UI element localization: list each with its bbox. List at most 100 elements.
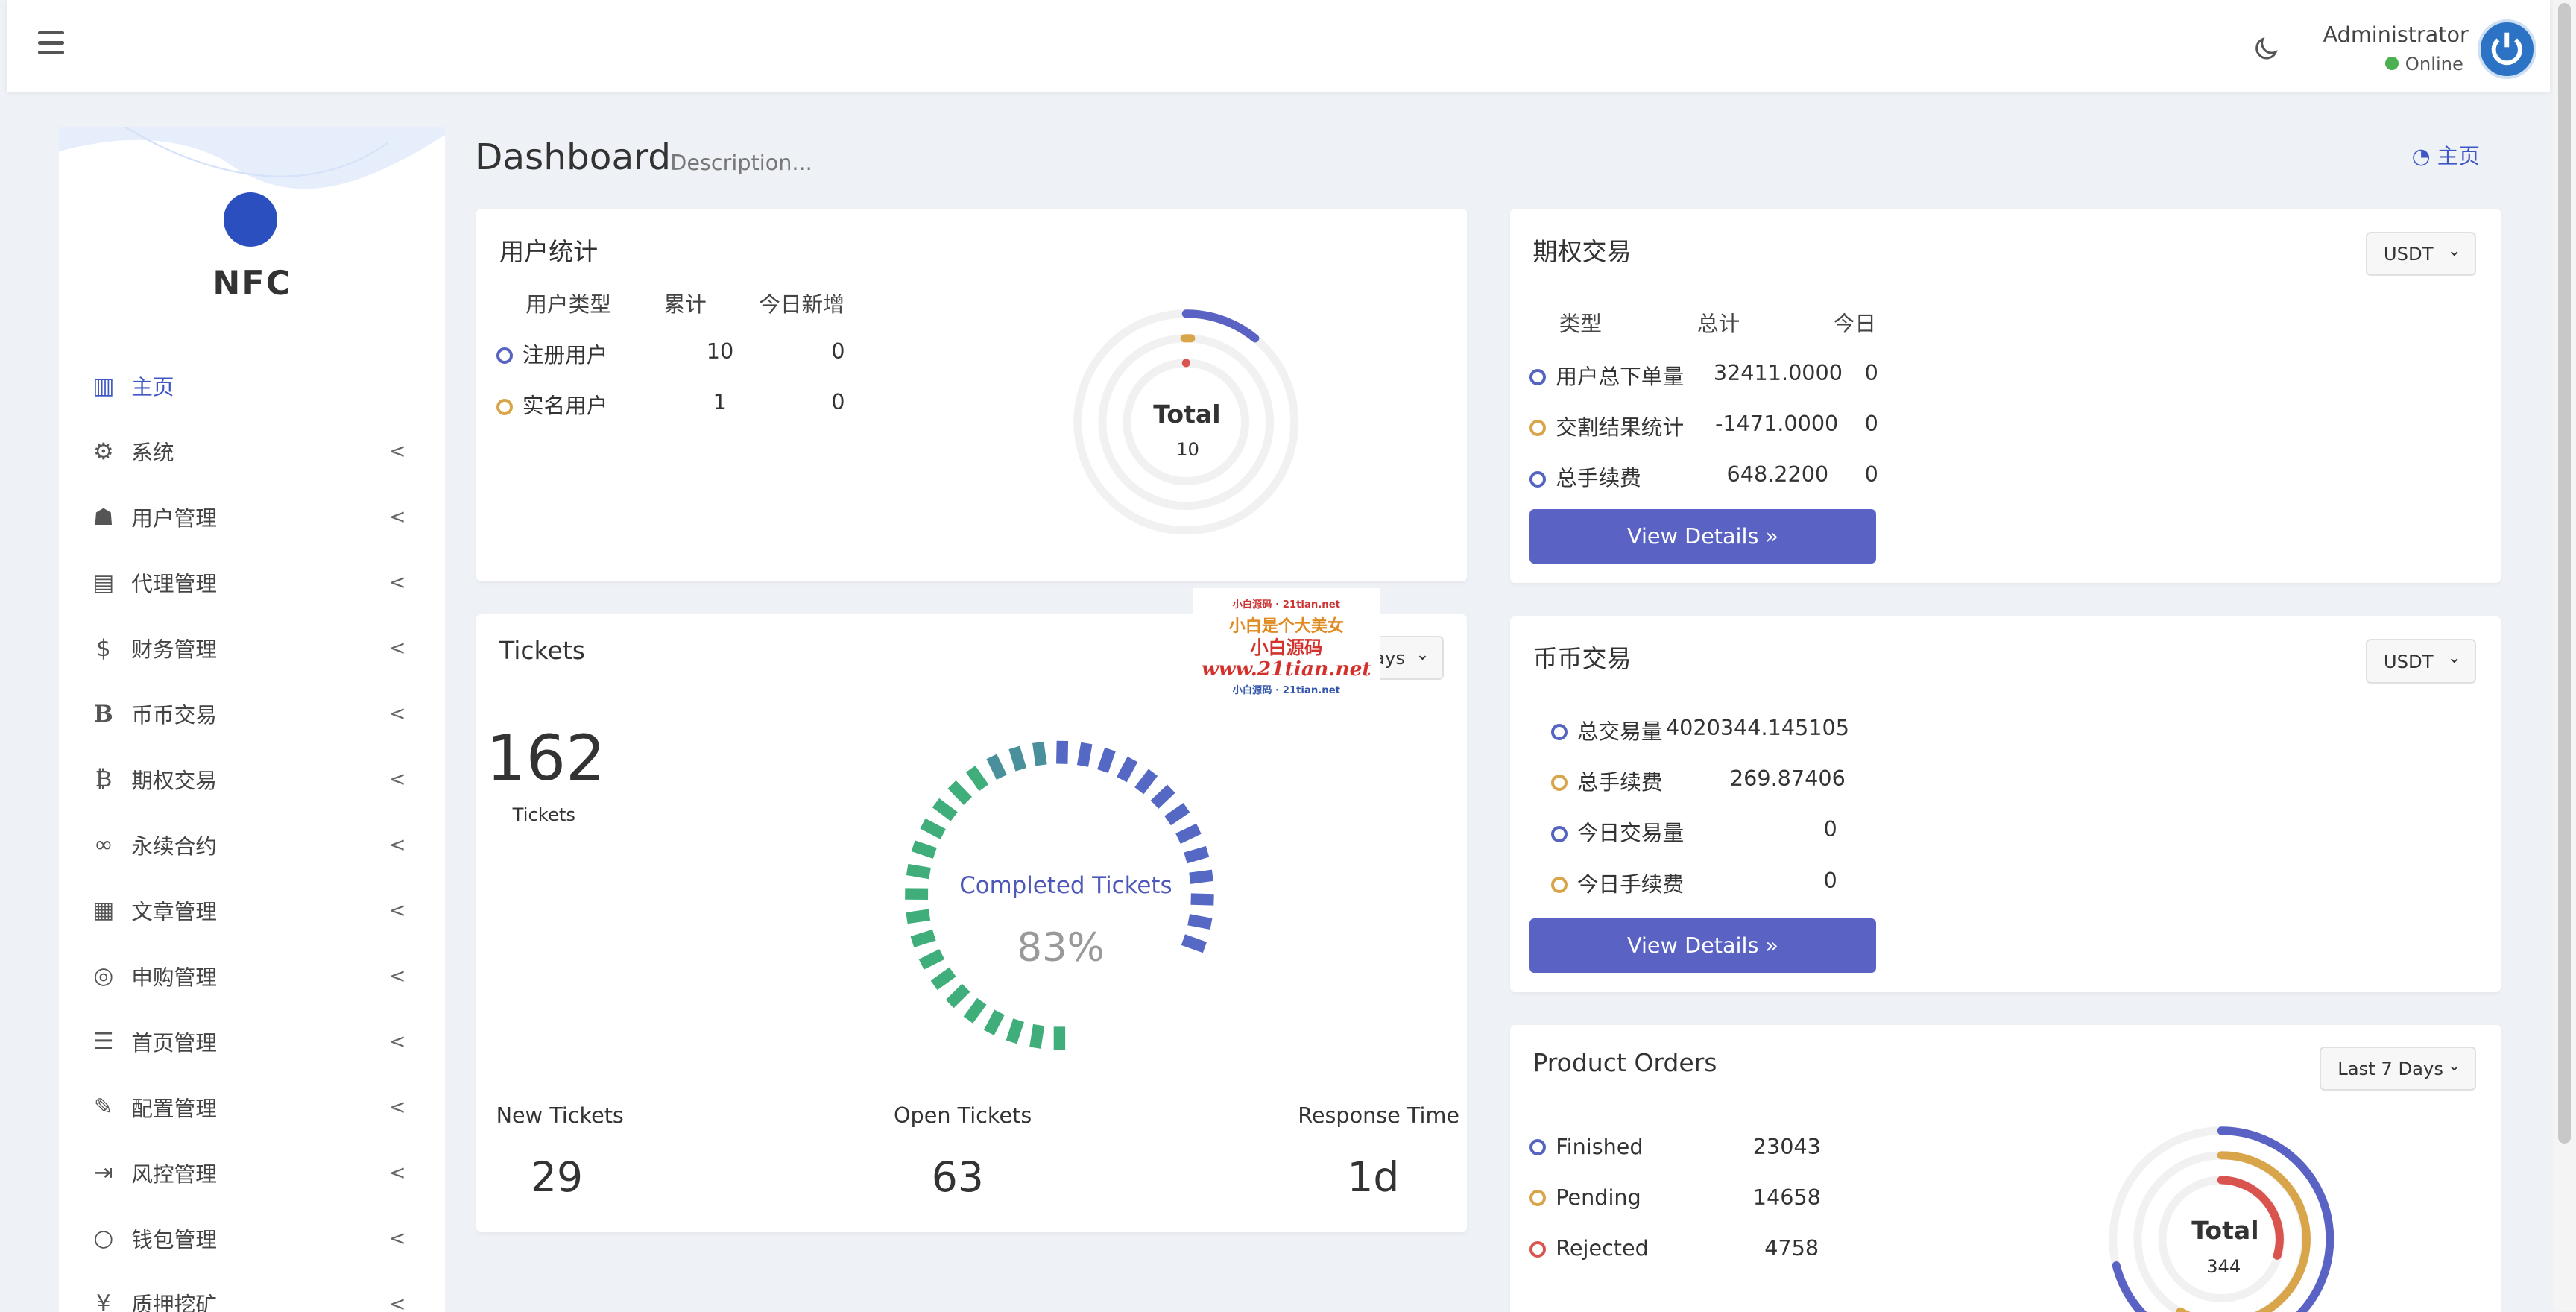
row-label: 总手续费 <box>1576 769 1663 795</box>
chevron-down-icon: ⌄ <box>1415 645 1430 664</box>
sidebar-item-agents[interactable]: ▤ 代理管理 < <box>59 550 445 616</box>
gauge-segment <box>918 949 945 970</box>
options-trading-card: 期权交易 USDT ⌄ 类型 总计 今日 用户总下单量 32411.0000 0 … <box>1509 208 2501 584</box>
gauge-segment <box>963 997 987 1024</box>
table-row: 实名用户 <box>496 389 607 420</box>
legend-ring-icon <box>1550 775 1568 792</box>
yen-icon: ¥ <box>96 1290 111 1312</box>
lifebuoy-icon: ◎ <box>93 962 114 990</box>
sidebar-item-wallet[interactable]: ○ 钱包管理 < <box>59 1205 445 1271</box>
gauge-segment <box>920 819 947 840</box>
row-value: 0 <box>1823 816 1837 842</box>
currency-select[interactable]: USDT ⌄ <box>2365 231 2476 277</box>
sidebar-item-config[interactable]: ✎ 配置管理 < <box>59 1074 445 1140</box>
sidebar-item-risk[interactable]: ⇥ 风控管理 < <box>59 1140 445 1205</box>
sidebar-item-label: 永续合约 <box>131 833 217 859</box>
gauge-segment <box>1189 869 1214 885</box>
chevron-left-icon: < <box>389 571 406 595</box>
column-header: 今日 <box>1833 311 1877 337</box>
gauge-segment <box>947 780 973 806</box>
stat-value: 1d <box>1347 1153 1400 1202</box>
table-row: 今日手续费 <box>1550 868 1684 898</box>
row-value: 14658 <box>1752 1185 1821 1211</box>
table-row: 总交易量 <box>1550 715 1663 745</box>
moon-icon[interactable] <box>2251 34 2281 64</box>
gauge-segment <box>1175 823 1202 845</box>
view-details-button[interactable]: View Details » <box>1530 509 1877 564</box>
table-row: Rejected <box>1530 1235 1649 1261</box>
column-header: 总计 <box>1696 311 1740 337</box>
sidebar: NFC ▥ 主页 ⚙ 系统 < ☗ 用户管理 < ▤ 代理管理 < $ 财务管理 < B 币币交易 <… <box>59 126 446 1312</box>
sidebar-item-staking[interactable]: ¥ 质押挖矿 < <box>59 1271 445 1312</box>
card-title: 期权交易 <box>1532 236 1632 266</box>
sidebar-item-spot[interactable]: B 币币交易 < <box>59 681 445 747</box>
dollar-icon: $ <box>96 634 111 662</box>
sidebar-item-system[interactable]: ⚙ 系统 < <box>59 419 445 485</box>
table-row: 交割结果统计 <box>1530 411 1684 441</box>
row-value: 269.87406 <box>1729 766 1846 792</box>
chevron-down-icon: ⌄ <box>2447 649 2461 668</box>
legend-ring-icon <box>1530 368 1547 385</box>
list-icon: ☰ <box>93 1028 114 1056</box>
link-icon: ∞ <box>93 831 113 859</box>
sidebar-item-perpetual[interactable]: ∞ 永续合约 < <box>59 812 445 877</box>
sidebar-item-users[interactable]: ☗ 用户管理 < <box>59 485 445 550</box>
row-label: 总手续费 <box>1556 465 1641 491</box>
sidebar-item-articles[interactable]: ▦ 文章管理 < <box>59 877 445 943</box>
row-today: 0 <box>1864 461 1878 488</box>
gauge-segment <box>1187 914 1213 930</box>
view-details-button[interactable]: View Details » <box>1530 918 1877 973</box>
sidebar-item-options[interactable]: ₿ 期权交易 < <box>59 746 445 812</box>
power-icon <box>2491 33 2522 66</box>
sidebar-item-subscription[interactable]: ◎ 申购管理 < <box>59 943 445 1009</box>
currency-select[interactable]: USDT ⌄ <box>2365 639 2476 684</box>
sidebar-item-home[interactable]: ▥ 主页 <box>59 353 445 419</box>
indent-icon: ⇥ <box>93 1159 113 1187</box>
date-range-select[interactable]: Last 7 Days⌄ <box>2320 1046 2476 1091</box>
gauge-segment <box>1184 846 1210 864</box>
row-label: Rejected <box>1556 1235 1649 1261</box>
gear-icon: ⚙ <box>93 438 114 465</box>
chevron-left-icon: < <box>389 768 406 792</box>
gauge-segment <box>932 798 958 821</box>
donut-center-value: 344 <box>2206 1255 2241 1277</box>
user-name[interactable]: Administrator <box>2323 22 2469 47</box>
row-label: 总交易量 <box>1576 718 1663 744</box>
column-header: 今日新增 <box>759 291 845 317</box>
logo-icon <box>223 192 278 247</box>
row-label: Finished <box>1556 1133 1644 1159</box>
row-total: -1471.0000 <box>1715 411 1839 436</box>
watermark-line: 小白源码 <box>1250 637 1323 659</box>
id-card-icon: ▤ <box>92 569 115 596</box>
card-title: 用户统计 <box>499 236 599 266</box>
chevron-down-icon: ⌄ <box>2447 241 2461 260</box>
hamburger-menu-icon[interactable] <box>37 31 64 54</box>
select-value: USDT <box>2383 650 2434 672</box>
gauge-segment <box>946 983 970 1009</box>
chevron-left-icon: < <box>389 637 406 660</box>
sidebar-item-finance[interactable]: $ 财务管理 < <box>59 616 445 681</box>
double-chevron-right-icon: » <box>1765 523 1779 549</box>
sidebar-item-homepage[interactable]: ☰ 首页管理 < <box>59 1009 445 1074</box>
chevron-left-icon: < <box>389 1292 406 1312</box>
button-label: View Details <box>1627 933 1759 959</box>
row-total: 648.2200 <box>1726 461 1829 488</box>
card-title: Tickets <box>499 635 586 665</box>
table-row: 用户总下单量 <box>1530 360 1684 391</box>
donut-center-value: 10 <box>1176 438 1199 461</box>
avatar[interactable] <box>2477 19 2537 79</box>
chevron-down-icon: ⌄ <box>2447 1056 2461 1075</box>
gauge-segment <box>1097 748 1117 774</box>
legend-ring-icon <box>1530 1138 1547 1156</box>
top-navbar: Administrator Online <box>6 0 2550 92</box>
online-dot-icon <box>2385 56 2399 70</box>
gauge-segment <box>1029 1024 1045 1050</box>
scrollbar-thumb[interactable] <box>2557 3 2572 1144</box>
breadcrumb[interactable]: ◔ 主页 <box>2412 139 2480 170</box>
dashboard-icon: ◔ <box>2411 143 2437 169</box>
row-today: 0 <box>1864 359 1878 385</box>
chevron-left-icon: < <box>389 964 406 988</box>
legend-ring-icon <box>496 347 513 365</box>
sidebar-item-label: 风控管理 <box>131 1161 217 1187</box>
donut-center-label: Total <box>2191 1216 2259 1246</box>
